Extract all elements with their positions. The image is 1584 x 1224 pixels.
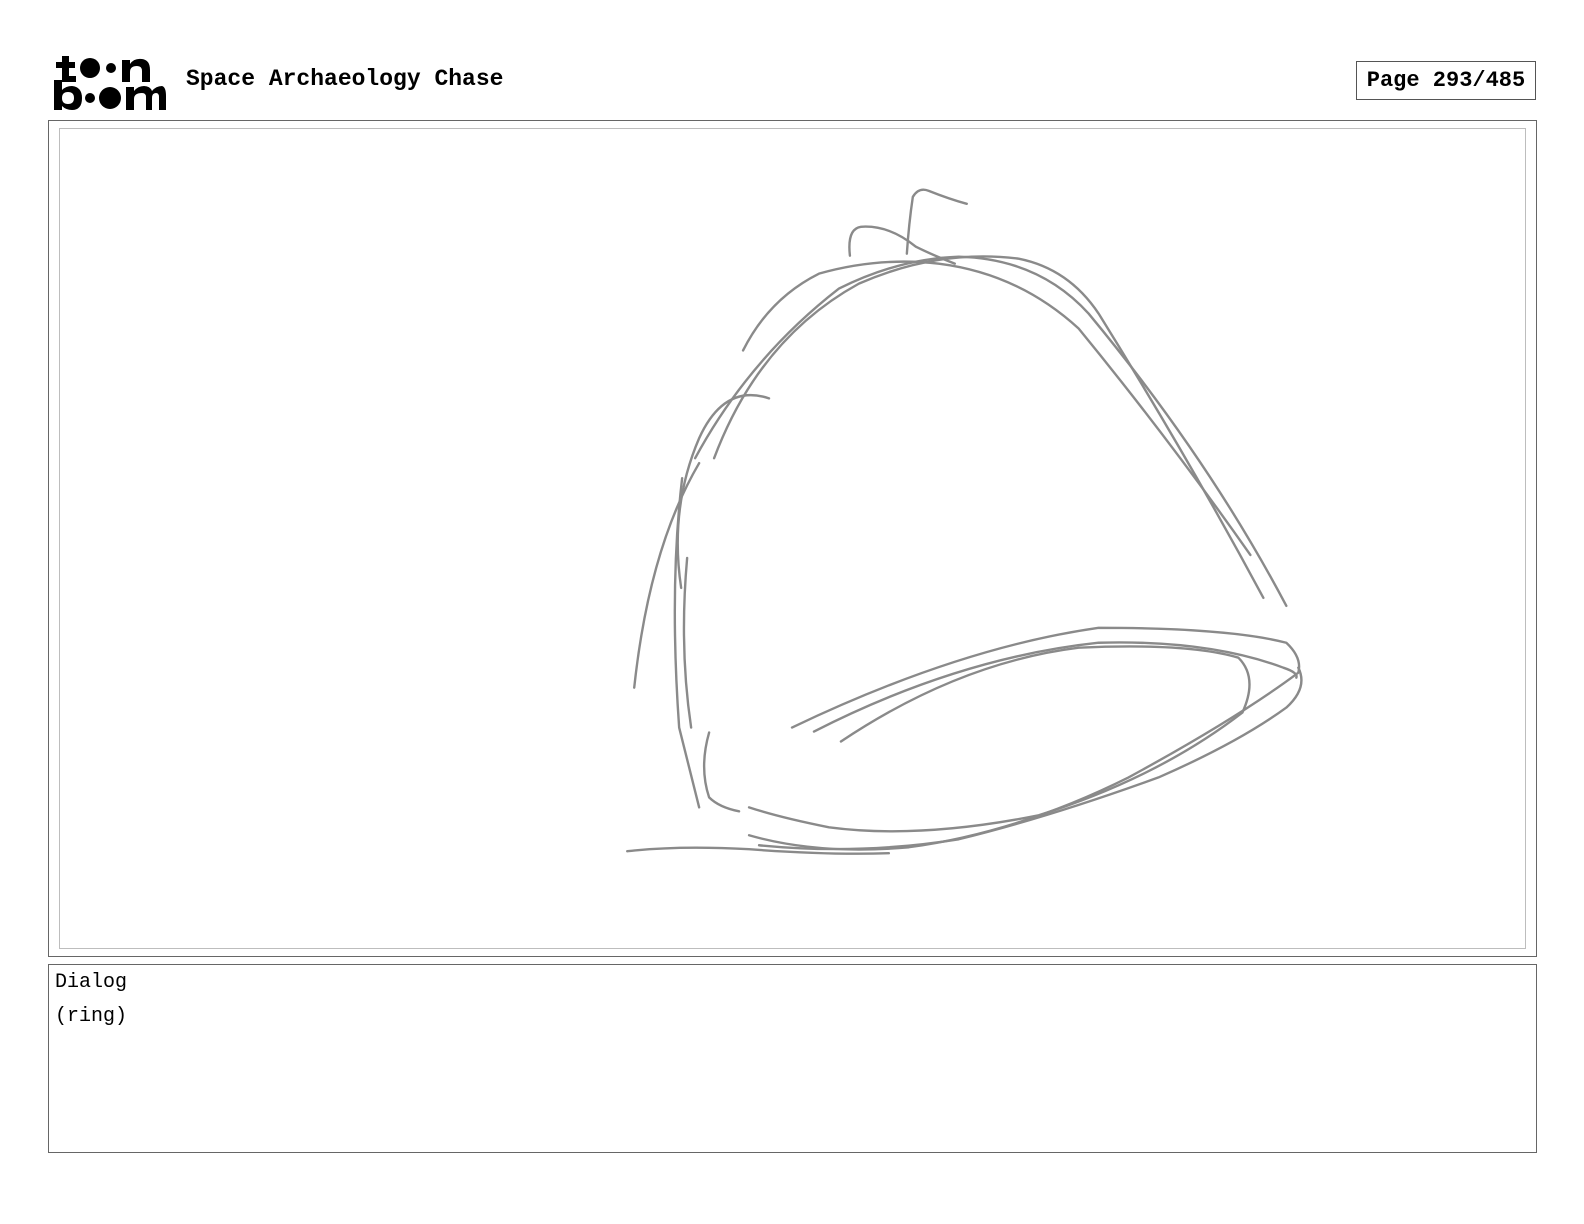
dialog-text: (ring) xyxy=(55,1005,128,1028)
dialog-label: Dialog xyxy=(55,971,128,994)
page-counter: Page 293/485 xyxy=(1356,61,1536,100)
hat-sketch-drawing-icon xyxy=(626,188,1303,855)
toon-boom-logo-icon xyxy=(54,56,166,110)
storyboard-panel xyxy=(48,120,1537,957)
project-title: Space Archaeology Chase xyxy=(186,66,504,92)
dialog-box: Dialog (ring) xyxy=(48,964,1537,1153)
panel-drawing-area xyxy=(59,128,1526,949)
